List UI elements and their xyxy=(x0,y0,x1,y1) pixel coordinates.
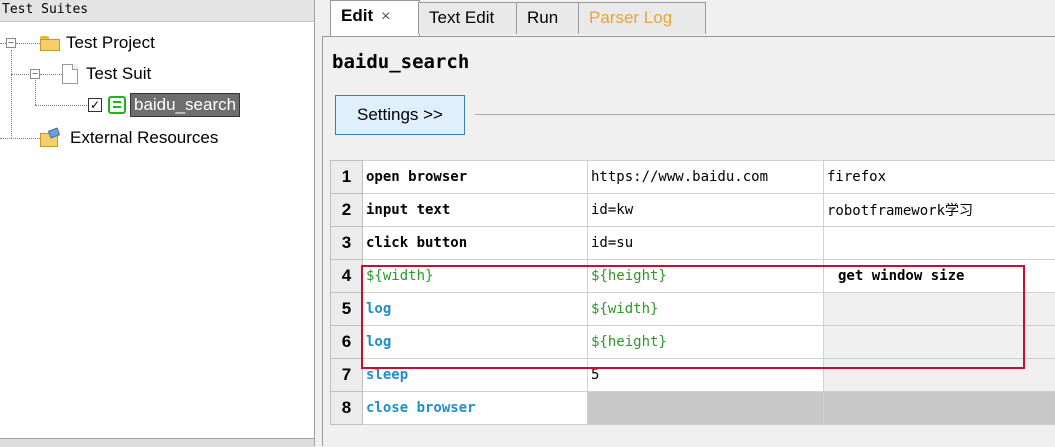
close-icon[interactable]: × xyxy=(381,8,390,25)
grid-cell[interactable]: input text xyxy=(363,194,588,227)
settings-button[interactable]: Settings >> xyxy=(335,95,465,135)
table-row: 4 ${width} ${height} get window size xyxy=(331,260,1055,293)
grid-cell[interactable]: ${width} xyxy=(363,260,588,293)
row-number[interactable]: 8 xyxy=(331,392,363,425)
tab-parser-log[interactable]: Parser Log xyxy=(578,2,706,34)
checkbox-checked-icon[interactable]: ✓ xyxy=(88,98,102,112)
grid-cell[interactable]: https://www.baidu.com xyxy=(588,161,824,194)
grid-cell[interactable]: firefox xyxy=(824,161,1055,194)
table-row: 7 sleep 5 xyxy=(331,359,1055,392)
row-number[interactable]: 7 xyxy=(331,359,363,392)
tree-item-external-resources[interactable]: External Resources xyxy=(40,127,218,149)
row-number[interactable]: 5 xyxy=(331,293,363,326)
tree-line xyxy=(11,50,12,138)
table-row: 2 input text id=kw robotframework学习 xyxy=(331,194,1055,227)
page-title: baidu_search xyxy=(332,51,469,73)
keyword-grid: 1 open browser https://www.baidu.com fir… xyxy=(330,160,1055,425)
row-number[interactable]: 1 xyxy=(331,161,363,194)
panel-title: Test Suites xyxy=(0,0,314,22)
folder-icon xyxy=(40,35,60,51)
grid-cell[interactable]: log xyxy=(363,293,588,326)
table-row: 6 log ${height} xyxy=(331,326,1055,359)
tree-line xyxy=(11,74,29,75)
grid-cell[interactable]: ${height} xyxy=(588,326,824,359)
file-icon xyxy=(62,64,78,84)
grid-cell[interactable]: open browser xyxy=(363,161,588,194)
divider xyxy=(475,114,1055,115)
grid-cell[interactable]: close browser xyxy=(363,392,588,425)
grid-cell[interactable]: sleep xyxy=(363,359,588,392)
tab-run[interactable]: Run xyxy=(516,2,580,34)
tab-label: Parser Log xyxy=(589,8,672,27)
row-number[interactable]: 4 xyxy=(331,260,363,293)
grid-cell[interactable] xyxy=(824,293,1055,326)
grid-cell[interactable]: ${width} xyxy=(588,293,824,326)
grid-cell[interactable]: log xyxy=(363,326,588,359)
grid-cell[interactable] xyxy=(824,227,1055,260)
grid-cell[interactable]: id=su xyxy=(588,227,824,260)
tree-item-test-suit[interactable]: − Test Suit xyxy=(30,63,151,85)
tree-item-test-project[interactable]: − Test Project xyxy=(6,32,155,54)
grid-cell[interactable]: id=kw xyxy=(588,194,824,227)
collapse-toggle-icon[interactable]: − xyxy=(6,38,16,48)
tab-text-edit[interactable]: Text Edit xyxy=(418,2,518,34)
tree-item-label: baidu_search xyxy=(130,93,240,117)
grid-cell[interactable]: ${height} xyxy=(588,260,824,293)
table-row: 8 close browser xyxy=(331,392,1055,425)
tab-label: Text Edit xyxy=(429,8,494,27)
test-suites-panel: Test Suites − Test Project − Test Suit ✓… xyxy=(0,0,315,446)
grid-cell[interactable]: click button xyxy=(363,227,588,260)
tree-item-label: Test Suit xyxy=(86,64,151,84)
grid-cell[interactable]: get window size xyxy=(824,260,1055,293)
grid-cell[interactable]: 5 xyxy=(588,359,824,392)
tree-line xyxy=(35,105,87,106)
tab-bar: Edit × Text Edit Run Parser Log xyxy=(322,0,1055,36)
tree-item-baidu-search[interactable]: ✓ baidu_search xyxy=(88,94,240,116)
table-row: 1 open browser https://www.baidu.com fir… xyxy=(331,161,1055,194)
grid-cell[interactable] xyxy=(824,359,1055,392)
grid-cell[interactable] xyxy=(824,392,1055,425)
tree-line xyxy=(0,138,40,139)
grid-cell[interactable] xyxy=(588,392,824,425)
external-resources-icon xyxy=(40,129,62,147)
row-number[interactable]: 6 xyxy=(331,326,363,359)
tab-label: Run xyxy=(527,8,558,27)
tree-item-label: External Resources xyxy=(70,128,218,148)
row-number[interactable]: 2 xyxy=(331,194,363,227)
table-row: 5 log ${width} xyxy=(331,293,1055,326)
grid-cell[interactable]: robotframework学习 xyxy=(824,194,1055,227)
test-case-icon xyxy=(108,96,126,114)
tab-edit[interactable]: Edit × xyxy=(330,0,420,36)
tree-item-label: Test Project xyxy=(66,33,155,53)
table-row: 3 click button id=su xyxy=(331,227,1055,260)
tab-label: Edit xyxy=(341,6,373,25)
grid-cell[interactable] xyxy=(824,326,1055,359)
row-number[interactable]: 3 xyxy=(331,227,363,260)
collapse-toggle-icon[interactable]: − xyxy=(30,69,40,79)
